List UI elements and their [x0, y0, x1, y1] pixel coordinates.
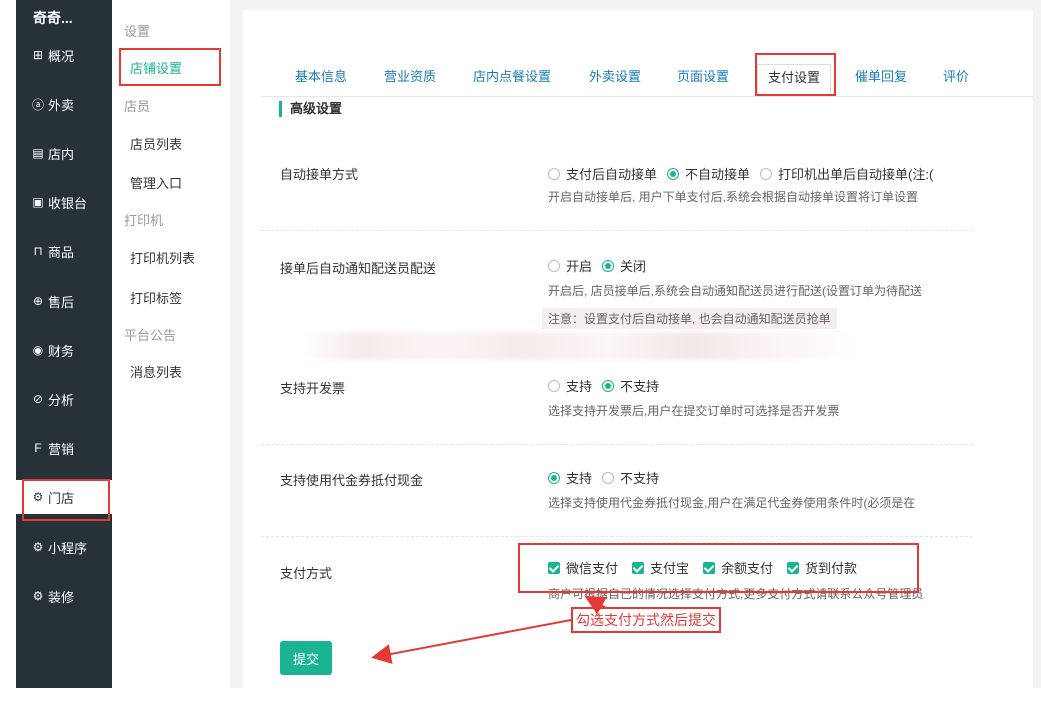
annotation-arrows — [371, 596, 607, 664]
arrow-to-checkboxes — [584, 596, 607, 615]
arrow-to-submit — [371, 619, 572, 664]
